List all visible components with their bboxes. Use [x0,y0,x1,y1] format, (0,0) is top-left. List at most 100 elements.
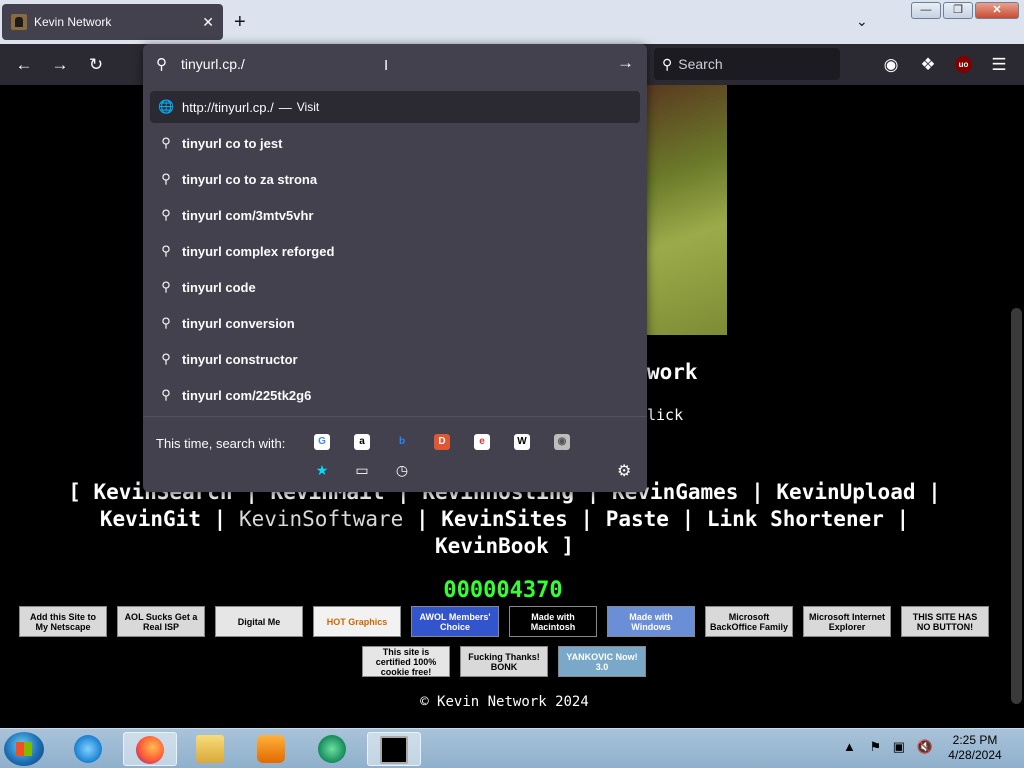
search-placeholder: Search [678,56,723,72]
page-heading-fragment: work [647,360,698,384]
network-icon[interactable]: ▣ [893,739,905,754]
search-suggestion[interactable]: ⚲ tinyurl com/3mtv5vhr [150,199,640,231]
start-button[interactable] [4,732,44,766]
reload-icon[interactable]: ↻ [86,55,106,75]
go-arrow-icon[interactable]: → [617,53,634,73]
urlbar[interactable]: ⚲ I → [143,44,647,85]
web-badge[interactable]: Add this Site to My Netscape [19,606,107,637]
google-icon[interactable]: G [314,434,330,450]
wikipedia-icon[interactable]: W [514,434,530,450]
search-suggestion[interactable]: ⚲ tinyurl co to jest [150,127,640,159]
url-input[interactable] [181,56,601,72]
link-kevinsoftware[interactable]: KevinSoftware [239,507,403,531]
search-engine-icon[interactable]: ◉ [554,434,570,450]
web-badge[interactable]: Digital Me [215,606,303,637]
search-bar[interactable]: ⚲ Search [654,48,840,80]
search-icon: ⚲ [161,351,171,366]
search-magnifier-icon: ⚲ [662,55,673,72]
taskbar-clock[interactable]: 2:25 PM 4/28/2024 [945,733,1005,763]
web-badge[interactable]: AOL Sucks Get a Real ISP [117,606,205,637]
minimize-button[interactable]: — [911,2,941,19]
show-hidden-icons-icon[interactable]: ▲ [843,739,856,754]
search-icon: ⚲ [161,243,171,258]
nav-row-2: KevinGit | KevinSoftware | KevinSites | … [99,507,910,531]
window-controls: — ❐ ✕ [911,2,1019,19]
link-kevingit[interactable]: KevinGit [100,507,201,531]
ublock-origin-icon[interactable]: uo [955,56,972,73]
search-suggestion[interactable]: ⚲ tinyurl code [150,271,640,303]
tab-bar: Kevin Network ✕ + ⌄ — ❐ ✕ [0,0,1024,44]
search-icon: ⚲ [161,135,171,150]
internet-explorer-taskbar-icon[interactable] [62,732,116,766]
web-badge[interactable]: This site is certified 100% cookie free! [362,646,450,677]
web-badge[interactable]: THIS SITE HAS NO BUTTON! [901,606,989,637]
search-suggestion[interactable]: ⚲ tinyurl constructor [150,343,640,375]
web-badge[interactable]: Made with Windows [607,606,695,637]
tab-title: Kevin Network [34,15,112,29]
history-clock-icon[interactable]: ◷ [394,462,410,478]
search-suggestion[interactable]: ⚲ tinyurl com/225tk2g6 [150,379,640,411]
volume-muted-icon[interactable]: 🔇 [917,739,933,754]
forward-arrow-icon[interactable]: → [50,55,70,75]
extensions-puzzle-icon[interactable]: ❖ [918,55,938,75]
scrollbar-thumb[interactable] [1011,308,1022,704]
suggestion-text: tinyurl constructor [182,351,298,367]
file-explorer-taskbar-icon[interactable] [184,732,238,766]
link-kevinbook[interactable]: KevinBook [435,534,549,558]
web-badge[interactable]: AWOL Members' Choice [411,606,499,637]
visit-result[interactable]: 🌐 http://tinyurl.cp./ — Visit [150,91,640,123]
search-icon: ⚲ [161,315,171,330]
web-badge[interactable]: HOT Graphics [313,606,401,637]
firefox-taskbar-icon[interactable] [123,732,177,766]
close-window-button[interactable]: ✕ [975,2,1019,19]
urlbar-search-icon: ⚲ [156,56,167,73]
suggestion-text: tinyurl com/225tk2g6 [182,387,312,403]
search-icon: ⚲ [161,207,171,222]
search-suggestion[interactable]: ⚲ tinyurl complex reforged [150,235,640,267]
suggestion-text: tinyurl co to jest [182,135,283,151]
visit-separator: — [278,99,292,115]
search-suggestion[interactable]: ⚲ tinyurl co to za strona [150,163,640,195]
amazon-icon[interactable]: a [354,434,370,450]
visitor-counter: 000004370 [431,578,575,604]
new-tab-button[interactable]: + [234,11,246,33]
web-badge[interactable]: Made with Macintosh [509,606,597,637]
suggestion-text: tinyurl code [182,279,256,295]
web-badge[interactable]: Microsoft Internet Explorer [803,606,891,637]
web-badges: Add this Site to My Netscape AOL Sucks Ge… [18,606,990,677]
web-badge[interactable]: Microsoft BackOffice Family [705,606,793,637]
pocket-icon[interactable]: ◉ [881,55,901,75]
tabs-icon[interactable]: ▭ [354,462,370,478]
list-all-tabs-chevron-icon[interactable]: ⌄ [856,13,868,30]
maximize-button[interactable]: ❐ [943,2,973,19]
ebay-icon[interactable]: e [474,434,490,450]
chat-app-taskbar-icon[interactable] [306,732,360,766]
visit-action: Visit [296,100,320,114]
web-badge[interactable]: Fucking Thanks! BONK [460,646,548,677]
back-arrow-icon[interactable]: ← [14,55,34,75]
link-kevinupload[interactable]: KevinUpload [776,480,915,504]
search-with-label: This time, search with: [156,436,286,451]
link-kevinsites[interactable]: KevinSites [441,507,567,531]
link-paste[interactable]: Paste [606,507,669,531]
suggestion-text: tinyurl co to za strona [182,171,318,187]
site-favicon-icon [11,14,27,30]
globe-icon: 🌐 [158,99,175,114]
visit-url: http://tinyurl.cp./ [182,99,274,115]
bing-icon[interactable]: b [394,434,410,450]
duckduckgo-icon[interactable]: D [434,434,450,450]
search-suggestion[interactable]: ⚲ tinyurl conversion [150,307,640,339]
link-link-shortener[interactable]: Link Shortener [707,507,884,531]
text-cursor-icon: I [384,57,389,74]
bookmarks-star-icon[interactable]: ★ [314,462,330,478]
urlbar-dropdown: ⚲ I → 🌐 http://tinyurl.cp./ — Visit ⚲ tin… [143,44,647,492]
tab-kevin-network[interactable]: Kevin Network ✕ [2,4,223,40]
menu-hamburger-icon[interactable]: ☰ [989,55,1009,75]
copyright-footer: © Kevin Network 2024 [420,694,589,710]
close-tab-icon[interactable]: ✕ [202,13,214,31]
command-prompt-taskbar-icon[interactable] [367,732,421,766]
web-badge[interactable]: YANKOVIC Now! 3.0 [558,646,646,677]
media-player-taskbar-icon[interactable] [245,732,299,766]
search-settings-gear-icon[interactable]: ⚙ [617,461,631,481]
action-center-flag-icon[interactable]: ⚑ [870,739,882,754]
